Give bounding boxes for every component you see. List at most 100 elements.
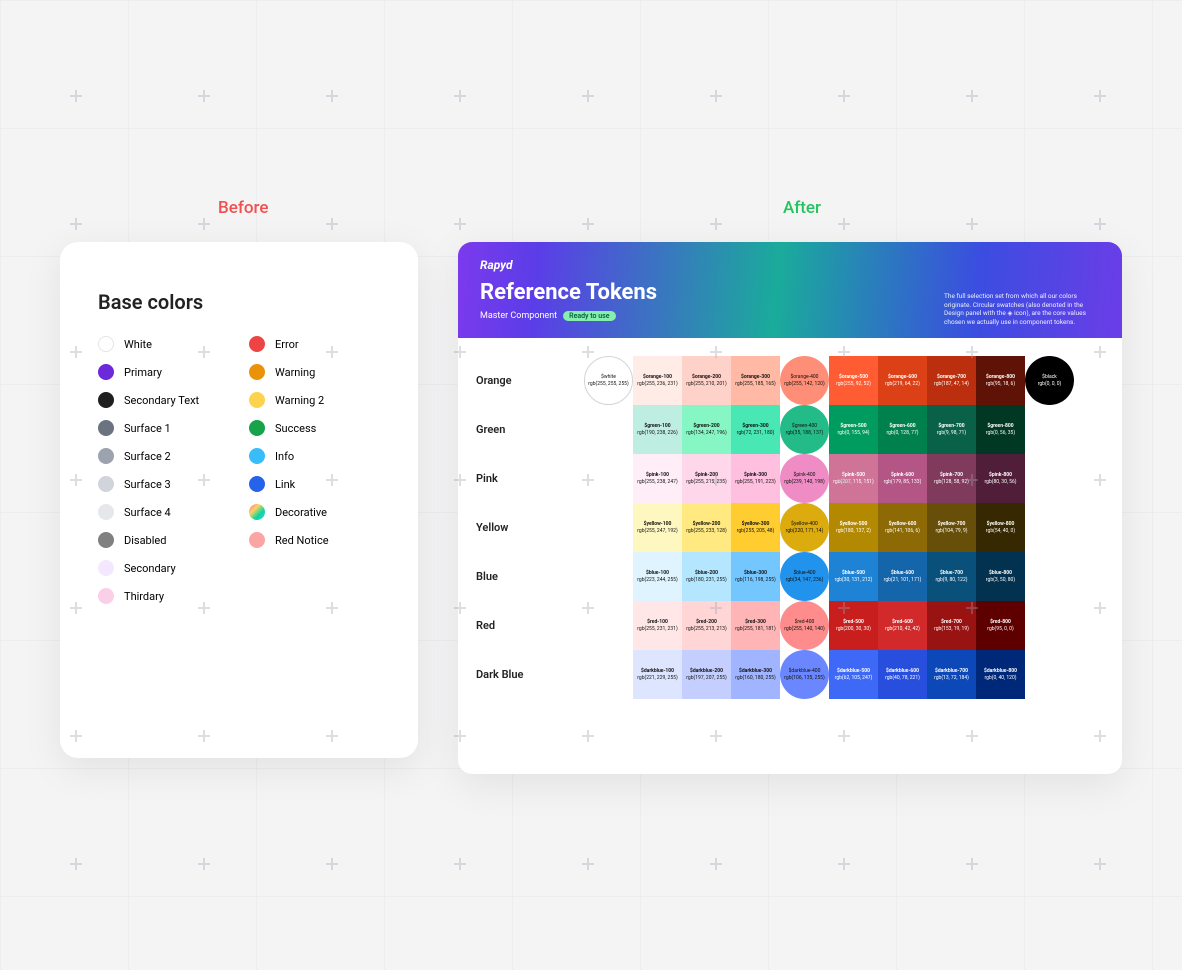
grid-plus-icon — [70, 858, 82, 870]
token-swatch: $darkblue-100rgb(221, 229, 255) — [633, 650, 682, 699]
token-swatch: $red-500rgb(200, 30, 30) — [829, 601, 878, 650]
token-row: Green$green-100rgb(190, 238, 226)$green-… — [476, 405, 1108, 454]
color-swatch — [98, 392, 114, 408]
token-swatch: $red-200rgb(255, 213, 213) — [682, 601, 731, 650]
grid-plus-icon — [198, 346, 210, 358]
grid-plus-icon — [838, 346, 850, 358]
token-swatch: $pink-100rgb(255, 238, 247) — [633, 454, 682, 503]
color-label: Secondary Text — [124, 394, 199, 407]
grid-plus-icon — [966, 602, 978, 614]
grid-plus-icon — [710, 90, 722, 102]
color-label: Decorative — [275, 506, 327, 519]
token-swatch: $red-100rgb(255, 231, 231) — [633, 601, 682, 650]
grid-plus-icon — [710, 474, 722, 486]
color-label: Disabled — [124, 534, 166, 547]
token-swatch: $orange-600rgb(219, 64, 22) — [878, 356, 927, 405]
token-row: Red$red-100rgb(255, 231, 231)$red-200rgb… — [476, 601, 1108, 650]
token-swatch: $red-300rgb(255, 181, 181) — [731, 601, 780, 650]
color-label: Red Notice — [275, 534, 329, 547]
grid-plus-icon — [966, 218, 978, 230]
token-swatch: $darkblue-300rgb(160, 180, 255) — [731, 650, 780, 699]
color-swatch — [98, 364, 114, 380]
row-label: Blue — [476, 570, 584, 583]
row-label: Green — [476, 423, 584, 436]
grid-plus-icon — [1094, 474, 1106, 486]
token-swatch: $green-200rgb(134, 247, 196) — [682, 405, 731, 454]
grid-plus-icon — [838, 730, 850, 742]
grid-plus-icon — [966, 730, 978, 742]
token-swatch: $blue-800rgb(3, 50, 80) — [976, 552, 1025, 601]
grid-plus-icon — [838, 90, 850, 102]
color-label: Surface 4 — [124, 506, 171, 519]
before-title: Base colors — [98, 290, 380, 314]
token-swatch: $orange-300rgb(255, 185, 165) — [731, 356, 780, 405]
token-swatch: $pink-600rgb(179, 85, 133) — [878, 454, 927, 503]
color-swatch — [249, 532, 265, 548]
before-card: Base colors WhitePrimarySecondary TextSu… — [60, 242, 418, 758]
color-swatch — [98, 336, 114, 352]
grid-plus-icon — [966, 858, 978, 870]
after-subtitle: Master Component — [480, 311, 557, 321]
before-label: Before — [218, 198, 268, 218]
color-item: Surface 4 — [98, 504, 229, 520]
token-swatch: $yellow-300rgb(255, 205, 48) — [731, 503, 780, 552]
color-item: Error — [249, 336, 380, 352]
token-swatch: $darkblue-600rgb(40, 78, 221) — [878, 650, 927, 699]
color-label: Error — [275, 338, 299, 351]
token-swatch: $blue-400rgb(34, 147, 236) — [780, 552, 829, 601]
grid-plus-icon — [198, 730, 210, 742]
color-swatch — [249, 420, 265, 436]
grid-plus-icon — [710, 858, 722, 870]
after-description: The full selection set from which all ou… — [944, 292, 1104, 326]
grid-plus-icon — [70, 218, 82, 230]
grid-plus-icon — [1094, 858, 1106, 870]
token-swatch: $blue-300rgb(116, 198, 255) — [731, 552, 780, 601]
token-swatch: $pink-300rgb(255, 191, 223) — [731, 454, 780, 503]
color-swatch — [98, 588, 114, 604]
grid-plus-icon — [70, 346, 82, 358]
grid-plus-icon — [326, 218, 338, 230]
grid-plus-icon — [838, 858, 850, 870]
color-swatch — [98, 532, 114, 548]
color-swatch — [249, 336, 265, 352]
grid-plus-icon — [326, 858, 338, 870]
grid-plus-icon — [454, 602, 466, 614]
brand-logo: Rapyd — [480, 258, 1100, 272]
color-label: Warning 2 — [275, 394, 324, 407]
color-item: Link — [249, 476, 380, 492]
grid-plus-icon — [198, 858, 210, 870]
color-label: Surface 2 — [124, 450, 171, 463]
grid-plus-icon — [454, 218, 466, 230]
grid-plus-icon — [326, 90, 338, 102]
color-swatch — [249, 364, 265, 380]
token-swatch: $blue-700rgb(9, 80, 122) — [927, 552, 976, 601]
color-label: Success — [275, 422, 316, 435]
color-label: Primary — [124, 366, 162, 379]
token-swatch: $darkblue-500rgb(62, 105, 247) — [829, 650, 878, 699]
grid-plus-icon — [70, 602, 82, 614]
token-swatch: $orange-800rgb(95, 18, 6) — [976, 356, 1025, 405]
token-swatch: $orange-200rgb(255, 210, 201) — [682, 356, 731, 405]
color-item: Secondary Text — [98, 392, 229, 408]
token-swatch: $red-600rgb(210, 42, 42) — [878, 601, 927, 650]
token-swatch: $yellow-700rgb(104, 79, 9) — [927, 503, 976, 552]
grid-plus-icon — [710, 346, 722, 358]
token-swatch: $pink-400rgb(239, 140, 198) — [780, 454, 829, 503]
token-swatch: $darkblue-700rgb(13, 72, 184) — [927, 650, 976, 699]
black-swatch: $blackrgb(0, 0, 0) — [1025, 356, 1074, 405]
grid-plus-icon — [198, 474, 210, 486]
token-swatch: $yellow-800rgb(54, 40, 0) — [976, 503, 1025, 552]
after-card: Rapyd Reference Tokens Master Component … — [458, 242, 1122, 774]
grid-plus-icon — [1094, 730, 1106, 742]
grid-plus-icon — [838, 474, 850, 486]
token-swatch: $orange-400rgb(255, 142, 120) — [780, 356, 829, 405]
grid-plus-icon — [710, 730, 722, 742]
white-swatch: $whitergb(255, 255, 255) — [584, 356, 633, 405]
grid-plus-icon — [1094, 90, 1106, 102]
token-swatch: $green-300rgb(72, 231, 180) — [731, 405, 780, 454]
color-item: Secondary — [98, 560, 229, 576]
after-header: Rapyd Reference Tokens Master Component … — [458, 242, 1122, 338]
token-swatch: $orange-100rgb(255, 236, 231) — [633, 356, 682, 405]
token-row: Pink$pink-100rgb(255, 238, 247)$pink-200… — [476, 454, 1108, 503]
grid-plus-icon — [582, 90, 594, 102]
